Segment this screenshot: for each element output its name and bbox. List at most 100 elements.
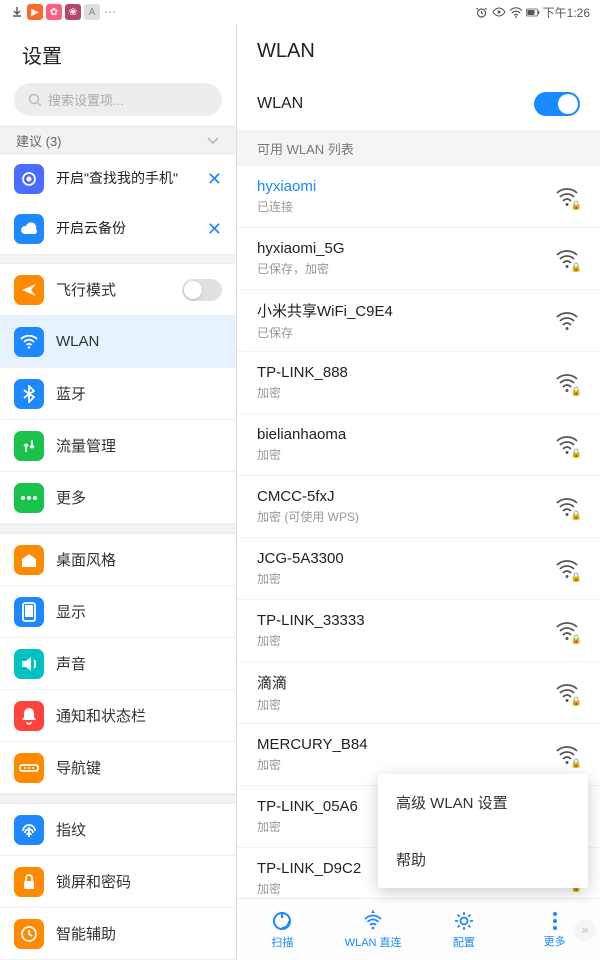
network-status: 加密 xyxy=(257,384,542,401)
settings-row-lock[interactable]: 锁屏和密码 xyxy=(0,856,236,908)
settings-row-dots[interactable]: 更多 xyxy=(0,472,236,524)
wifi-signal-icon: 🔒 xyxy=(554,556,580,582)
gear-icon xyxy=(453,910,475,932)
row-label: 蓝牙 xyxy=(56,383,222,404)
suggestion-item[interactable]: 开启云备份 ✕ xyxy=(0,204,236,254)
settings-row-bt[interactable]: 蓝牙 xyxy=(0,368,236,420)
clock: 下午1:26 xyxy=(543,4,590,21)
settings-row-nav[interactable]: 导航键 xyxy=(0,742,236,794)
network-row[interactable]: bielianhaoma加密 🔒 xyxy=(237,414,600,476)
cloud-icon xyxy=(14,214,44,244)
section-gap xyxy=(0,524,236,534)
bottom-action-bar: 扫描 WLAN 直连 配置 更多 » xyxy=(237,898,600,960)
wifi-signal-icon: 🔒 xyxy=(554,494,580,520)
settings-row-sound[interactable]: 声音 xyxy=(0,638,236,690)
network-status: 加密 xyxy=(257,696,542,713)
settings-row-home[interactable]: 桌面风格 xyxy=(0,534,236,586)
available-section-header: 可用 WLAN 列表 xyxy=(237,131,600,166)
network-row[interactable]: 滴滴加密 🔒 xyxy=(237,662,600,724)
lock-icon: 🔒 xyxy=(571,696,582,707)
settings-row-plane[interactable]: 飞行模式 xyxy=(0,264,236,316)
row-label: 声音 xyxy=(56,653,222,674)
settings-row-bell[interactable]: 通知和状态栏 xyxy=(0,690,236,742)
lock-icon: 🔒 xyxy=(571,386,582,397)
settings-row-wifi[interactable]: WLAN xyxy=(0,316,236,368)
overflow-menu: 高级 WLAN 设置 帮助 xyxy=(378,774,588,888)
wlan-toggle-row[interactable]: WLAN xyxy=(237,77,600,131)
finger-icon xyxy=(14,815,44,845)
row-label: 桌面风格 xyxy=(56,549,222,570)
network-row[interactable]: 小米共享WiFi_C9E4已保存 xyxy=(237,290,600,352)
menu-advanced-wlan[interactable]: 高级 WLAN 设置 xyxy=(378,774,588,831)
lock-icon xyxy=(14,867,44,897)
network-row[interactable]: hyxiaomi_5G已保存，加密 🔒 xyxy=(237,228,600,290)
network-row[interactable]: hyxiaomi 已连接 🔒 xyxy=(237,166,600,228)
bottom-direct[interactable]: WLAN 直连 xyxy=(328,899,419,960)
network-name: bielianhaoma xyxy=(257,426,542,443)
network-row[interactable]: TP-LINK_33333加密 🔒 xyxy=(237,600,600,662)
assist-icon xyxy=(14,919,44,949)
display-icon xyxy=(14,597,44,627)
network-row[interactable]: CMCC-5fxJ加密 (可使用 WPS) 🔒 xyxy=(237,476,600,538)
suggestion-item[interactable]: 开启"查找我的手机" ✕ xyxy=(0,154,236,204)
data-icon xyxy=(14,431,44,461)
chevron-down-icon xyxy=(206,135,220,145)
bell-icon xyxy=(14,701,44,731)
settings-title: 设置 xyxy=(0,24,236,83)
network-status: 已保存，加密 xyxy=(257,260,542,277)
row-label: 通知和状态栏 xyxy=(56,705,222,726)
network-name: CMCC-5fxJ xyxy=(257,488,542,505)
settings-row-assist[interactable]: 智能辅助 xyxy=(0,908,236,960)
status-bar: ▶ ✿ ❀ A ⋯ 下午1:26 xyxy=(0,0,600,24)
wlan-switch[interactable] xyxy=(534,92,580,116)
plane-icon xyxy=(14,275,44,305)
network-row[interactable]: TP-LINK_888加密 🔒 xyxy=(237,352,600,414)
menu-help[interactable]: 帮助 xyxy=(378,831,588,888)
close-icon[interactable]: ✕ xyxy=(207,169,222,190)
search-input[interactable]: 搜索设置项... xyxy=(14,83,222,116)
network-name: 小米共享WiFi_C9E4 xyxy=(257,300,542,321)
settings-row-data[interactable]: 流量管理 xyxy=(0,420,236,472)
row-label: 更多 xyxy=(56,487,222,508)
wifi-icon xyxy=(14,327,44,357)
settings-row-display[interactable]: 显示 xyxy=(0,586,236,638)
row-label: 指纹 xyxy=(56,819,222,840)
wifi-icon xyxy=(509,5,523,19)
network-name: hyxiaomi xyxy=(257,178,542,195)
suggestions-header[interactable]: 建议 (3) xyxy=(0,126,236,154)
network-status: 加密 xyxy=(257,570,542,587)
target-icon xyxy=(14,164,44,194)
direct-icon xyxy=(362,910,384,932)
eye-icon xyxy=(492,5,506,19)
wifi-signal-icon: 🔒 xyxy=(554,370,580,396)
app-icon: ❀ xyxy=(65,4,81,20)
sound-icon xyxy=(14,649,44,679)
network-name: hyxiaomi_5G xyxy=(257,240,542,257)
lock-icon: 🔒 xyxy=(571,510,582,521)
lock-icon: 🔒 xyxy=(571,634,582,645)
network-status: 加密 xyxy=(257,632,542,649)
row-label: WLAN xyxy=(56,333,222,350)
bottom-scan[interactable]: 扫描 xyxy=(237,899,328,960)
section-gap xyxy=(0,794,236,804)
app-icon: ✿ xyxy=(46,4,62,20)
bottom-config[interactable]: 配置 xyxy=(419,899,510,960)
app-icon: ▶ xyxy=(27,4,43,20)
network-row[interactable]: JCG-5A3300加密 🔒 xyxy=(237,538,600,600)
row-label: 流量管理 xyxy=(56,435,222,456)
wifi-signal-icon: 🔒 xyxy=(554,618,580,644)
lock-icon: 🔒 xyxy=(571,200,582,211)
wlan-toggle-label: WLAN xyxy=(257,95,534,113)
wifi-signal-icon: 🔒 xyxy=(554,432,580,458)
row-label: 飞行模式 xyxy=(56,279,170,300)
bt-icon xyxy=(14,379,44,409)
toggle-switch[interactable] xyxy=(182,279,222,301)
more-icon: ⋯ xyxy=(103,5,117,19)
settings-row-finger[interactable]: 指纹 xyxy=(0,804,236,856)
bottom-collapse-icon[interactable]: » xyxy=(574,919,596,941)
network-status: 已连接 xyxy=(257,198,542,215)
lock-icon: 🔒 xyxy=(571,448,582,459)
row-label: 锁屏和密码 xyxy=(56,871,222,892)
wlan-title: WLAN xyxy=(237,24,600,77)
close-icon[interactable]: ✕ xyxy=(207,219,222,240)
